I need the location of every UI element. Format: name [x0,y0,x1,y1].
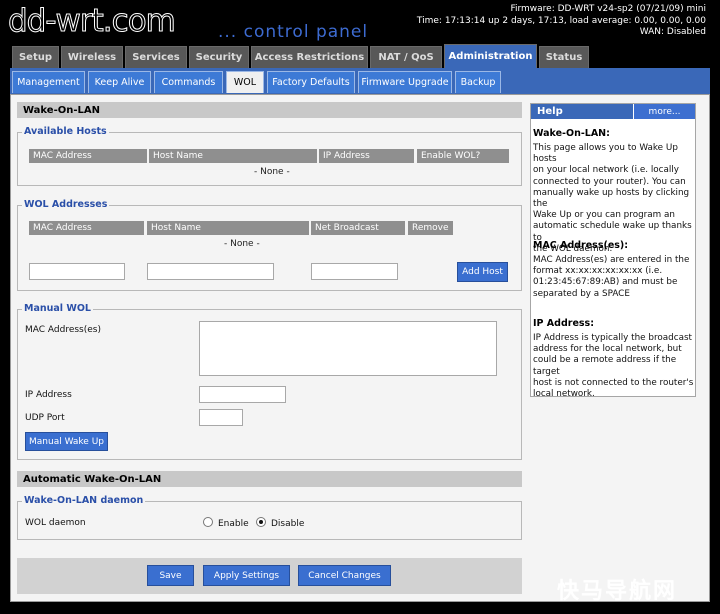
new-host-name-input[interactable] [147,263,274,280]
tab-services[interactable]: Services [125,46,187,68]
help-line: separated by a SPACE [533,288,630,299]
subtab-wol[interactable]: WOL [226,71,264,93]
help-mac-body: MAC Address(es) are entered in the forma… [533,255,699,300]
help-line: 01:23:45:67:89:AB) and must be [533,277,678,288]
tab-status[interactable]: Status [539,46,589,68]
automatic-wol-title: Automatic Wake-On-LAN [17,471,522,487]
help-line: This page allows you to Wake Up hosts [533,143,678,165]
udp-port-input[interactable] [199,409,243,426]
save-button[interactable]: Save [147,565,194,586]
control-panel-title: ... control panel [218,22,369,42]
subtab-factory-defaults[interactable]: Factory Defaults [267,71,355,93]
dd-wrt-logo: dd-wrt.com [8,3,177,40]
column-remove: Remove [408,221,453,235]
help-wol-body: This page allows you to Wake Up hosts on… [533,143,699,255]
help-line: could be a remote address if the target [533,355,677,377]
ip-address-input[interactable] [199,386,286,403]
wol-daemon-legend: Wake-On-LAN daemon [22,495,146,506]
help-line: host is not connected to the router's [533,377,694,388]
mac-addresses-label: MAC Address(es) [25,325,101,335]
apply-settings-button[interactable]: Apply Settings [203,565,290,586]
help-wol-title: Wake-On-LAN: [533,128,610,139]
help-line: on your local network (i.e. locally [533,165,679,176]
help-line: IP Address is typically the broadcast [533,333,693,343]
available-hosts-empty: - None - [254,167,290,177]
help-line: local network. [533,389,595,400]
column-enable-wol: Enable WOL? [417,149,509,163]
help-line: manually wake up hosts by clicking the [533,187,690,210]
uptime-info: Time: 17:13:14 up 2 days, 17:13, load av… [416,15,706,26]
column-mac-address: MAC Address [29,149,147,163]
help-line: address for the local network, but [533,344,682,355]
wol-addresses-legend: WOL Addresses [22,199,110,210]
firmware-version: Firmware: DD-WRT v24-sp2 (07/21/09) mini [510,4,706,14]
disable-radio[interactable] [256,517,266,527]
available-hosts-legend: Available Hosts [22,126,109,137]
tab-security[interactable]: Security [189,46,249,68]
help-ip-body: IP Address is typically the broadcast ad… [533,333,699,400]
wol-daemon-fieldset [17,501,522,540]
manual-wol-legend: Manual WOL [22,303,93,314]
subtab-backup[interactable]: Backup [455,71,501,93]
column-mac-address: MAC Address [29,221,144,235]
wol-daemon-label: WOL daemon [25,518,86,528]
help-panel: Help more... Wake-On-LAN: This page allo… [530,103,699,400]
subtab-commands[interactable]: Commands [154,71,223,93]
udp-port-label: UDP Port [25,413,65,423]
tab-access-restrictions[interactable]: Access Restrictions [251,46,368,68]
column-net-broadcast: Net Broadcast [311,221,405,235]
help-line: Wake Up or you can program an [533,210,675,221]
ip-address-label: IP Address [25,390,72,400]
tab-administration[interactable]: Administration [444,44,537,68]
wol-addresses-empty: - None - [224,239,260,249]
mac-addresses-textarea[interactable] [199,321,497,376]
subtab-firmware-upgrade[interactable]: Firmware Upgrade [358,71,452,93]
subtab-keep-alive[interactable]: Keep Alive [88,71,151,93]
help-mac-title: MAC Address(es): [533,240,629,251]
watermark: 快马导航网 [557,579,678,604]
column-host-name: Host Name [149,149,317,163]
help-line: format xx:xx:xx:xx:xx:xx (i.e. [533,266,663,277]
header: dd-wrt.com ... control panel Firmware: D… [0,0,720,45]
tab-wireless[interactable]: Wireless [61,46,123,68]
manual-wake-up-button[interactable]: Manual Wake Up [25,432,108,451]
wan-status: WAN: Disabled [639,27,706,37]
main-tabs: Setup Wireless Services Security Access … [12,44,589,68]
add-host-button[interactable]: Add Host [457,262,508,282]
new-net-broadcast-input[interactable] [311,263,398,280]
cancel-changes-button[interactable]: Cancel Changes [298,565,391,586]
sub-tabs: Management Keep Alive Commands WOL Facto… [12,71,501,93]
disable-label: Disable [271,519,305,529]
new-mac-address-input[interactable] [29,263,125,280]
help-title: Help [537,106,563,117]
help-line: connected to your router). You can [533,176,686,187]
tab-nat-qos[interactable]: NAT / QoS [370,46,442,68]
firmware-info: Firmware: DD-WRT v24-sp2 (07/21/09) mini… [417,4,706,39]
enable-label: Enable [218,519,249,529]
help-more-link[interactable]: more... [633,104,695,119]
tab-setup[interactable]: Setup [12,46,59,68]
column-host-name: Host Name [147,221,309,235]
help-line: MAC Address(es) are entered in the [533,255,690,265]
subtab-management[interactable]: Management [12,71,85,93]
help-ip-title: IP Address: [533,318,594,329]
column-ip-address: IP Address [319,149,414,163]
wol-section-title: Wake-On-LAN [17,102,522,118]
enable-radio[interactable] [203,517,213,527]
